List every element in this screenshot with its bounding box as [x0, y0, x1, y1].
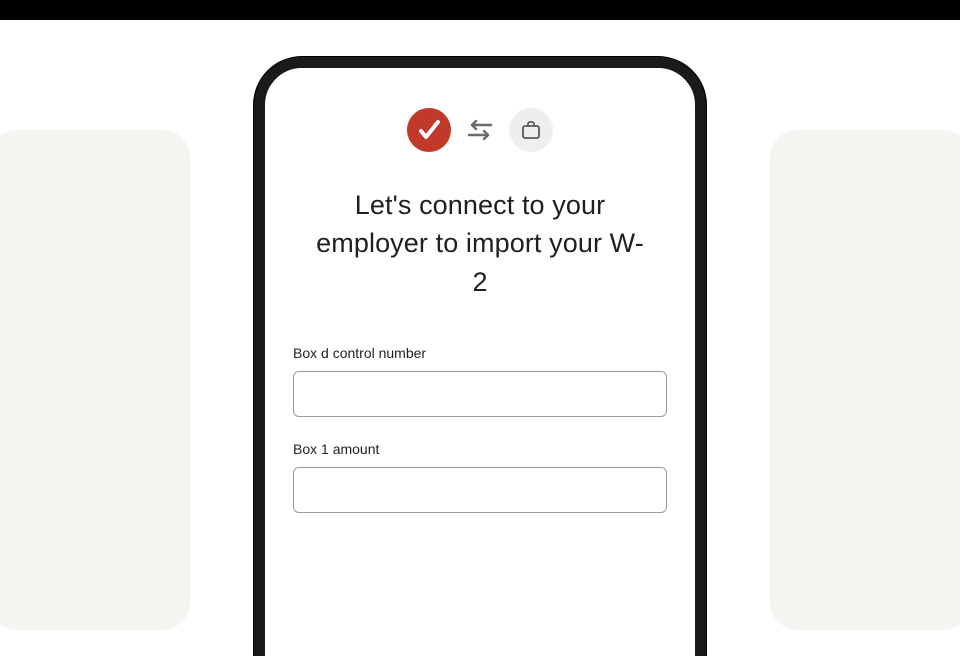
- background-panel-right: [770, 130, 960, 630]
- header-icon-row: [407, 108, 553, 152]
- briefcase-icon: [520, 119, 542, 141]
- form-group-box-1: Box 1 amount: [293, 441, 667, 513]
- screen-content: Let's connect to your employer to import…: [265, 68, 695, 537]
- top-black-bar: [0, 0, 960, 20]
- app-logo-circle: [407, 108, 451, 152]
- employer-icon-circle: [509, 108, 553, 152]
- checkmark-icon: [416, 117, 442, 143]
- box-1-label: Box 1 amount: [293, 441, 667, 457]
- swap-arrows-icon: [465, 118, 495, 142]
- page-title: Let's connect to your employer to import…: [293, 186, 667, 301]
- background-panel-left: [0, 130, 190, 630]
- phone-frame: Let's connect to your employer to import…: [254, 57, 706, 656]
- box-d-label: Box d control number: [293, 345, 667, 361]
- form-group-box-d: Box d control number: [293, 345, 667, 417]
- box-1-input[interactable]: [293, 467, 667, 513]
- box-d-input[interactable]: [293, 371, 667, 417]
